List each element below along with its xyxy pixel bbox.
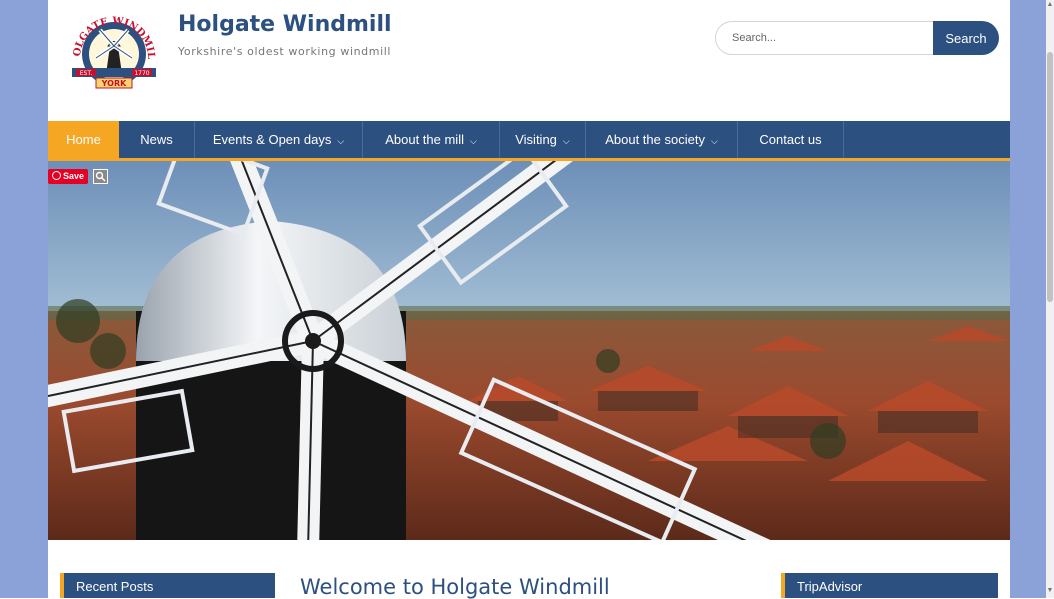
recent-posts-widget-header: Recent Posts	[60, 573, 275, 598]
main-navigation: Home News Events & Open days ⌵ About the …	[48, 121, 1010, 161]
nav-item-home[interactable]: Home	[48, 121, 119, 158]
scroll-up-arrow-icon[interactable]: ▲	[1046, 0, 1054, 10]
nav-item-visiting[interactable]: Visiting ⌵	[500, 121, 586, 158]
site-logo[interactable]: HOLGATE WINDMILL EST. 1770 YORK	[61, 4, 162, 94]
nav-item-news[interactable]: News	[119, 121, 195, 158]
scroll-down-arrow-icon[interactable]: ▼	[1046, 586, 1054, 596]
page-container: HOLGATE WINDMILL EST. 1770 YORK	[48, 0, 1010, 599]
nav-item-label: News	[140, 132, 173, 147]
site-title[interactable]: Holgate Windmill	[178, 12, 392, 37]
widget-title: TripAdvisor	[797, 579, 863, 594]
visual-search-button[interactable]	[93, 169, 108, 184]
tripadvisor-widget-header: TripAdvisor	[781, 573, 998, 598]
chevron-down-icon: ⌵	[469, 136, 477, 146]
nav-item-label: Visiting	[515, 132, 557, 147]
magnifier-icon	[95, 171, 106, 182]
search-input[interactable]	[732, 30, 922, 46]
nav-item-label: Contact us	[759, 132, 822, 147]
nav-item-label: Home	[66, 132, 101, 147]
chevron-down-icon: ⌵	[562, 136, 570, 146]
nav-item-contact-us[interactable]: Contact us	[738, 121, 844, 158]
hero-image: Save	[48, 161, 1010, 540]
widget-title: Recent Posts	[76, 579, 154, 594]
nav-item-events-open-days[interactable]: Events & Open days ⌵	[195, 121, 363, 158]
windmill-photo	[48, 161, 1010, 540]
nav-item-label: About the mill	[385, 132, 464, 147]
chevron-down-icon: ⌵	[337, 136, 345, 146]
pinterest-save-button[interactable]: Save	[48, 169, 89, 184]
page-heading: Welcome to Holgate Windmill	[300, 575, 610, 599]
pinterest-save-label: Save	[63, 171, 85, 181]
pinterest-icon	[52, 171, 61, 180]
nav-item-about-the-mill[interactable]: About the mill ⌵	[363, 121, 500, 158]
search-box[interactable]	[715, 21, 933, 55]
scrollbar-thumb[interactable]	[1047, 52, 1053, 302]
chevron-down-icon: ⌵	[710, 136, 718, 146]
vertical-scrollbar[interactable]: ▲ ▼	[1046, 0, 1054, 598]
svg-text:EST.: EST.	[80, 70, 93, 77]
svg-text:YORK: YORK	[101, 79, 127, 88]
windmill-logo-icon: HOLGATE WINDMILL EST. 1770 YORK	[61, 4, 156, 89]
nav-item-label: Events & Open days	[212, 132, 332, 147]
svg-text:1770: 1770	[134, 70, 149, 77]
nav-item-label: About the society	[605, 132, 705, 147]
site-tagline: Yorkshire's oldest working windmill	[178, 45, 392, 58]
search-button[interactable]: Search	[933, 21, 999, 55]
page-background-left	[0, 0, 48, 598]
page-background-right	[1010, 0, 1046, 598]
nav-item-about-the-society[interactable]: About the society ⌵	[586, 121, 738, 158]
